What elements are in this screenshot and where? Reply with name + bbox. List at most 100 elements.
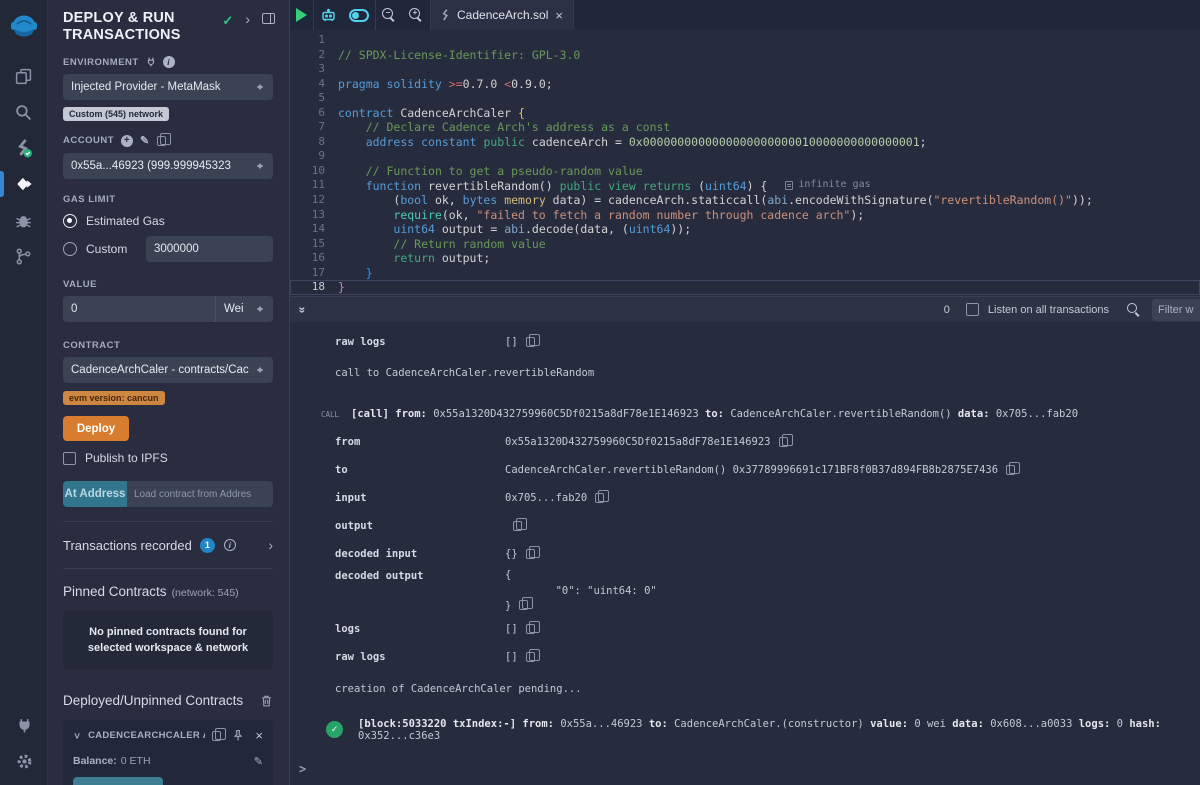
terminal-header: » 0 Listen on all transactions xyxy=(290,296,1200,322)
copy-icon[interactable] xyxy=(595,493,604,503)
contract-select[interactable]: CadenceArchCaler - contracts/Cac xyxy=(63,357,273,383)
add-account-icon[interactable]: + xyxy=(121,135,133,147)
publish-ipfs-checkbox[interactable]: Publish to IPFS xyxy=(63,451,273,465)
terminal-prompt[interactable]: > xyxy=(290,762,1200,776)
call-summary: [call] from: 0x55a1320D432759960C5Df0215… xyxy=(351,408,1078,420)
terminal-row: logs[] xyxy=(290,615,1200,643)
value-label: VALUE xyxy=(63,279,273,290)
terminal-block-row[interactable]: ✓[block:5033220 txIndex:-] from: 0x55a..… xyxy=(290,715,1200,745)
copy-icon[interactable] xyxy=(526,624,535,634)
edit-balance-icon[interactable]: ✎ xyxy=(254,755,263,768)
terminal-row-label: from xyxy=(335,436,505,448)
plugin-manager-icon[interactable] xyxy=(0,707,48,743)
debugger-icon[interactable] xyxy=(0,202,48,238)
at-address-input[interactable] xyxy=(127,481,273,507)
pinned-contracts-title: Pinned Contracts xyxy=(63,584,167,599)
environment-info-icon[interactable]: i xyxy=(163,56,175,68)
zoom-out-icon[interactable]: − xyxy=(382,8,397,23)
deploy-and-run-icon[interactable] xyxy=(0,166,48,202)
terminal-row: raw logs[] xyxy=(290,328,1200,356)
search-icon[interactable] xyxy=(0,94,48,130)
copy-icon[interactable] xyxy=(519,600,528,610)
collapse-panel-icon[interactable]: › xyxy=(245,13,250,25)
code-line: 3 xyxy=(290,62,1200,77)
terminal-row: decoded output{ "0": "uint64: 0"} xyxy=(290,568,1200,615)
file-explorer-icon[interactable] xyxy=(0,58,48,94)
pinned-empty-message: No pinned contracts found for selected w… xyxy=(63,611,273,669)
terminal-row-label: decoded output xyxy=(335,568,505,615)
tx-info-icon[interactable]: i xyxy=(224,539,236,551)
terminal[interactable]: raw logs[] call to CadenceArchCaler.rever… xyxy=(290,322,1200,785)
code-editor[interactable]: 12// SPDX-License-Identifier: GPL-3.034p… xyxy=(290,30,1200,296)
copy-account-icon[interactable] xyxy=(157,136,166,146)
listen-all-checkbox[interactable] xyxy=(966,303,979,316)
terminal-row: input0x705...fab20 xyxy=(290,484,1200,512)
ai-copilot-toggle-icon[interactable] xyxy=(349,9,369,22)
zoom-in-icon[interactable]: + xyxy=(409,8,424,23)
code-line: 5 xyxy=(290,91,1200,106)
contract-method-button[interactable]: cadenceArch xyxy=(73,777,163,785)
line-number: 13 xyxy=(290,208,338,223)
copy-icon[interactable] xyxy=(526,549,535,559)
code-text: return output; xyxy=(338,251,490,266)
pin-panel-icon[interactable] xyxy=(262,13,275,24)
solidity-compiler-icon[interactable] xyxy=(0,130,48,166)
remix-logo-icon[interactable] xyxy=(0,4,48,50)
expand-terminal-icon[interactable]: » xyxy=(295,306,309,313)
pin-icon[interactable] xyxy=(232,729,244,742)
compiled-check-icon: ✓ xyxy=(222,13,233,29)
close-tab-icon[interactable]: × xyxy=(555,8,563,23)
at-address-button[interactable]: At Address xyxy=(63,481,127,507)
deploy-run-panel: DEPLOY & RUN TRANSACTIONS ✓ › ENVIRONMEN… xyxy=(48,0,290,785)
trash-icon[interactable] xyxy=(260,694,273,708)
terminal-message: call to CadenceArchCaler.revertibleRando… xyxy=(290,359,1200,387)
git-icon[interactable] xyxy=(0,238,48,274)
value-unit-select[interactable]: Wei xyxy=(215,296,273,322)
plug-icon[interactable] xyxy=(146,57,156,67)
ai-assistant-robot-icon[interactable] xyxy=(320,7,337,23)
edit-account-icon[interactable]: ✎ xyxy=(140,134,150,147)
close-contract-icon[interactable]: × xyxy=(255,731,263,741)
line-number: 11 xyxy=(290,178,338,193)
copy-icon[interactable] xyxy=(526,337,535,347)
terminal-row-value: 0x55a1320D432759960C5Df0215a8dF78e1E1469… xyxy=(505,436,771,448)
line-number: 5 xyxy=(290,91,338,106)
copy-icon[interactable] xyxy=(779,437,788,447)
transactions-recorded-row[interactable]: Transactions recorded 1 i › xyxy=(63,522,273,568)
code-text: require(ok, "failed to fetch a random nu… xyxy=(338,208,864,223)
code-line: 2// SPDX-License-Identifier: GPL-3.0 xyxy=(290,48,1200,63)
copy-address-icon[interactable] xyxy=(212,731,221,741)
line-number: 2 xyxy=(290,48,338,63)
deploy-button[interactable]: Deploy xyxy=(63,416,129,441)
block-summary: [block:5033220 txIndex:-] from: 0x55a...… xyxy=(358,718,1200,742)
balance-label: Balance: xyxy=(73,755,117,768)
run-script-icon[interactable] xyxy=(296,8,307,22)
custom-gas-radio[interactable]: Custom xyxy=(63,242,127,256)
code-line: 17 } xyxy=(290,266,1200,281)
account-select[interactable]: 0x55a...46923 (999.999945323 xyxy=(63,153,273,179)
environment-select[interactable]: Injected Provider - MetaMask xyxy=(63,74,273,100)
line-number: 15 xyxy=(290,237,338,252)
estimated-gas-radio[interactable]: Estimated Gas xyxy=(63,214,273,228)
code-line: 11 function revertibleRandom() public vi… xyxy=(290,178,1200,193)
code-line: 18} xyxy=(290,280,1200,295)
custom-gas-input[interactable]: 3000000 xyxy=(146,236,273,262)
terminal-row-label: raw logs xyxy=(335,651,505,663)
line-number: 10 xyxy=(290,164,338,179)
copy-icon[interactable] xyxy=(1006,465,1015,475)
terminal-row-label: input xyxy=(335,492,505,504)
terminal-search-icon[interactable] xyxy=(1127,303,1140,316)
terminal-filter-input[interactable] xyxy=(1152,299,1200,321)
copy-icon[interactable] xyxy=(513,521,522,531)
code-text: (bool ok, bytes memory data) = cadenceAr… xyxy=(338,193,1093,208)
copy-icon[interactable] xyxy=(526,652,535,662)
contract-label: CONTRACT xyxy=(63,340,273,351)
chevron-down-icon[interactable]: ∨ xyxy=(73,730,81,740)
tx-expand-icon[interactable]: › xyxy=(268,539,273,551)
tab-cadencearch-sol[interactable]: CadenceArch.sol × xyxy=(431,0,574,30)
terminal-row-value: { "0": "uint64: 0"} xyxy=(505,568,657,615)
panel-title: DEPLOY & RUN TRANSACTIONS xyxy=(63,10,222,44)
settings-gear-icon[interactable] xyxy=(0,743,48,779)
value-input[interactable]: 0 xyxy=(63,296,215,322)
terminal-call-row[interactable]: call[call] from: 0x55a1320D432759960C5Df… xyxy=(290,400,1200,428)
